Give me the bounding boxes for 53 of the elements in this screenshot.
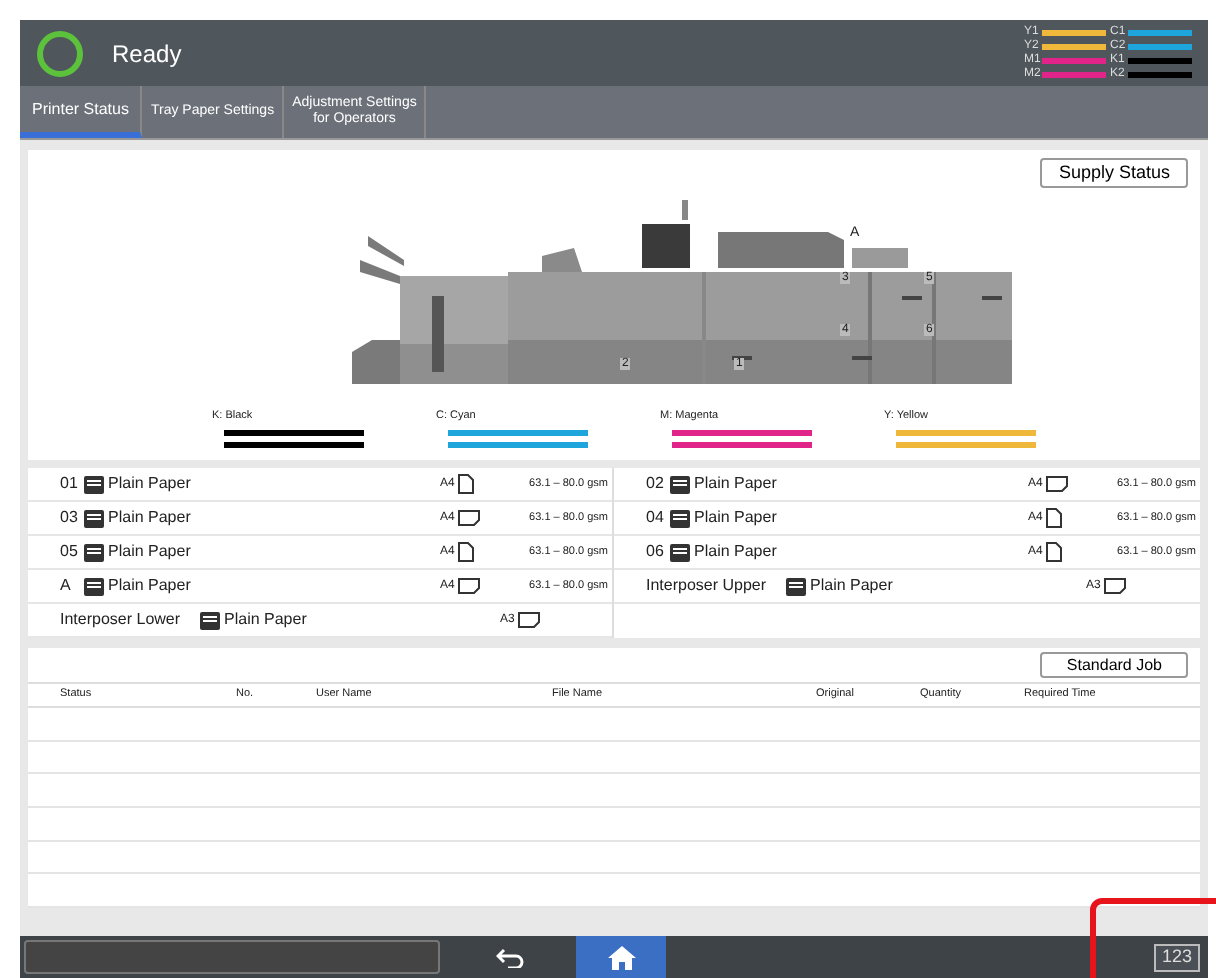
standard-job-button[interactable]: Standard Job (1040, 652, 1188, 678)
toner-level-bar (224, 442, 364, 448)
toner-level-bar (224, 430, 364, 436)
back-icon[interactable] (496, 947, 524, 967)
paper-tray-icon (670, 543, 690, 561)
tray-name: 03 (60, 506, 80, 530)
paper-tray-icon (200, 611, 220, 629)
tab[interactable]: Printer Status (20, 86, 143, 138)
paper-type: Plain Paper (694, 540, 777, 564)
tray-name: Interposer Lower (60, 608, 183, 632)
tray-name: 05 (60, 540, 80, 564)
toner-gauge (1042, 71, 1106, 77)
paper-type: Plain Paper (108, 540, 191, 564)
status-text: Ready (112, 37, 182, 71)
toner-gauge (1042, 29, 1106, 35)
paper-tray-icon (786, 577, 806, 595)
toner-gauge (1128, 29, 1192, 35)
paper-type: Plain Paper (108, 574, 191, 598)
paper-type: Plain Paper (108, 472, 191, 496)
paper-type: Plain Paper (694, 472, 777, 496)
paper-tray-icon (84, 509, 104, 527)
tray-name: 04 (646, 506, 666, 530)
toner-gauge (1128, 43, 1192, 49)
toner-level-bar (896, 442, 1036, 448)
tray-name: 02 (646, 472, 666, 496)
paper-type: Plain Paper (694, 506, 777, 530)
paper-tray-icon (84, 475, 104, 493)
tray-name: 06 (646, 540, 666, 564)
toner-level-bar (672, 442, 812, 448)
numeric-keypad-key[interactable]: 123 (1153, 943, 1200, 971)
paper-tray-icon (84, 543, 104, 561)
paper-tray-icon (670, 475, 690, 493)
toner-gauge (1042, 57, 1106, 63)
paper-tray-icon (84, 577, 104, 595)
toner-level-bar (672, 430, 812, 436)
tray-name: 01 (60, 472, 80, 496)
paper-type: Plain Paper (810, 574, 893, 598)
toner-level-bar (896, 430, 1036, 436)
toner-gauge (1042, 43, 1106, 49)
supply-status-button[interactable]: Supply Status (1040, 158, 1188, 188)
paper-tray-icon (670, 509, 690, 527)
toner-gauge (1128, 71, 1192, 77)
paper-type: Plain Paper (224, 608, 307, 632)
home-button[interactable] (576, 936, 666, 978)
paper-type: Plain Paper (108, 506, 191, 530)
toner-level-bar (448, 442, 588, 448)
toner-gauge (1128, 57, 1192, 63)
tray-name: Interposer Upper (646, 574, 769, 598)
status-ring-icon (36, 29, 84, 77)
home-icon (605, 943, 637, 971)
tray-name: A (60, 574, 73, 598)
message-field[interactable] (24, 940, 440, 974)
toner-level-bar (448, 430, 588, 436)
